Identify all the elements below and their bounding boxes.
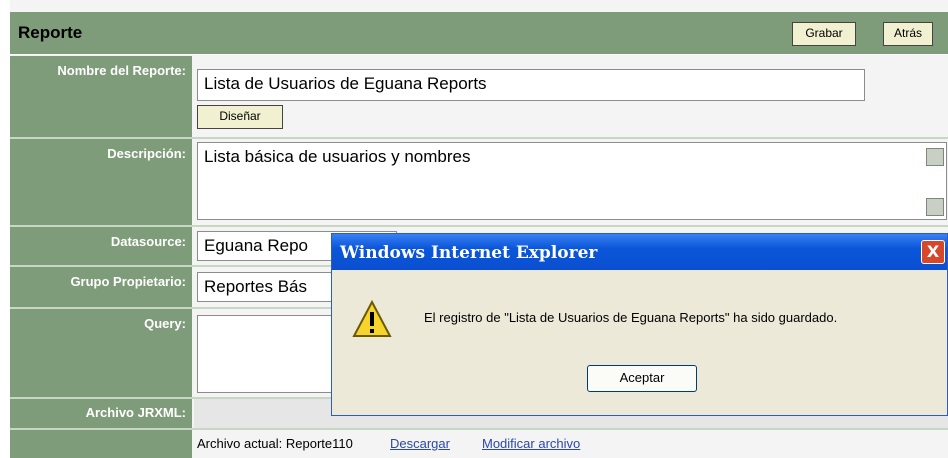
modify-file-link[interactable]: Modificar archivo bbox=[482, 436, 580, 451]
owner-group-label: Grupo Propietario: bbox=[10, 267, 192, 307]
current-file-label-cell bbox=[10, 430, 192, 458]
alert-dialog: Windows Internet Explorer X El registro … bbox=[331, 233, 948, 416]
scroll-down-icon[interactable] bbox=[926, 198, 944, 216]
download-link[interactable]: Descargar bbox=[390, 436, 450, 451]
current-file-row: Archivo actual: Reporte110 Descargar Mod… bbox=[10, 430, 948, 458]
description-label: Descripción: bbox=[10, 139, 192, 225]
report-name-label: Nombre del Reporte: bbox=[10, 56, 192, 137]
scroll-up-icon[interactable] bbox=[926, 148, 944, 166]
dialog-message: El registro de "Lista de Usuarios de Egu… bbox=[424, 310, 838, 325]
report-name-row: Nombre del Reporte: Lista de Usuarios de… bbox=[10, 56, 948, 137]
design-button[interactable]: Diseñar bbox=[197, 105, 283, 129]
save-button[interactable]: Grabar bbox=[792, 22, 856, 46]
report-name-input[interactable]: Lista de Usuarios de Eguana Reports bbox=[197, 69, 865, 101]
dialog-titlebar[interactable]: Windows Internet Explorer X bbox=[332, 234, 947, 270]
description-textarea[interactable]: Lista básica de usuarios y nombres bbox=[197, 142, 947, 220]
description-row: Descripción: Lista básica de usuarios y … bbox=[10, 139, 948, 225]
current-file-text: Archivo actual: Reporte110 bbox=[197, 436, 353, 451]
query-label: Query: bbox=[10, 309, 192, 397]
jrxml-label: Archivo JRXML: bbox=[10, 399, 192, 428]
form-header: Reporte Grabar Atrás bbox=[10, 12, 948, 55]
datasource-label: Datasource: bbox=[10, 227, 192, 265]
close-button[interactable]: X bbox=[921, 240, 945, 264]
page-title: Reporte bbox=[18, 23, 83, 42]
back-button[interactable]: Atrás bbox=[883, 22, 933, 46]
close-icon: X bbox=[926, 242, 940, 261]
ok-button[interactable]: Aceptar bbox=[587, 365, 697, 392]
warning-icon bbox=[352, 300, 392, 337]
dialog-title: Windows Internet Explorer bbox=[340, 243, 598, 263]
